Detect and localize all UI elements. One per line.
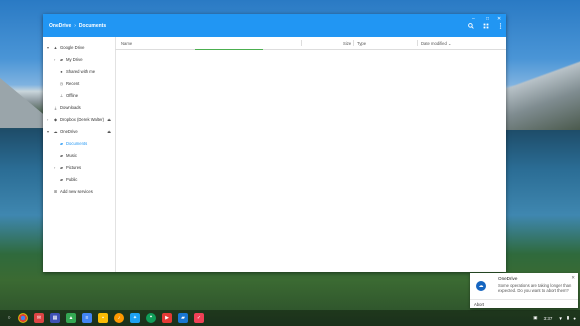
notification-close-button[interactable]: ✕ (571, 275, 575, 281)
people-icon: ● (60, 68, 63, 74)
sidebar-item-label: Recent (66, 80, 80, 86)
add-icon: ⊞ (53, 188, 58, 194)
search-icon[interactable] (468, 23, 474, 31)
folder-icon: ▰ (59, 56, 64, 62)
sidebar-item-public[interactable]: ▰ Public (43, 174, 115, 184)
folder-icon: ▰ (59, 176, 64, 182)
notification-title: OneDrive (498, 276, 518, 281)
drive-icon[interactable]: ▲ (66, 313, 76, 323)
sidebar-item-label: Offline (66, 92, 79, 98)
breadcrumb-separator: › (74, 23, 76, 29)
gmail-icon[interactable]: ✉ (34, 313, 44, 323)
system-tray[interactable]: ▣ 3:37 ▼ ▮ ● (533, 310, 580, 326)
sidebar-item-label: Downloads (60, 104, 81, 110)
expand-arrow-icon[interactable]: ▾ (47, 45, 49, 50)
sidebar-item-music[interactable]: ▰ Music (43, 150, 115, 160)
pin-icon: ⊥ (59, 92, 64, 98)
sidebar-item-label: Pictures (66, 164, 82, 170)
notification-divider (470, 299, 578, 300)
youtube-icon[interactable]: ▶ (162, 313, 172, 323)
column-divider[interactable] (301, 40, 302, 46)
abort-button[interactable]: Abort (474, 302, 484, 307)
column-type[interactable]: Type (357, 41, 366, 46)
pocket-icon[interactable]: ✓ (194, 313, 204, 323)
sidebar-item-label: OneDrive (60, 128, 78, 134)
column-date-modified[interactable]: Date modified ⌄ (421, 41, 452, 46)
dropbox-icon: ◆ (53, 116, 58, 122)
battery-icon: ▮ (566, 315, 570, 320)
grid-view-icon[interactable] (483, 23, 489, 31)
sidebar-item-label: Shared with me (66, 68, 96, 74)
sidebar-item-documents[interactable]: ▰ Documents (43, 138, 115, 148)
sidebar-item-offline[interactable]: ⊥ Offline (43, 90, 115, 100)
sidebar-item-pictures[interactable]: › ▰ Pictures (43, 162, 115, 172)
notification-count-icon[interactable]: ▣ (533, 315, 537, 321)
close-button[interactable]: ✕ (497, 16, 501, 22)
wifi-icon: ▼ (558, 315, 563, 321)
files-icon[interactable]: ▰ (178, 313, 188, 323)
breadcrumb-current[interactable]: Documents (79, 23, 106, 29)
file-list-header: Name Size Type Date modified ⌄ (115, 37, 506, 50)
column-divider[interactable] (353, 40, 354, 46)
file-list: Name Size Type Date modified ⌄ (115, 37, 506, 272)
clock-icon: ◷ (59, 80, 64, 86)
title-bar: OneDrive › Documents – □ ✕ (43, 14, 506, 37)
cloud-icon: ☁ (53, 128, 58, 134)
breadcrumb: OneDrive › Documents (49, 23, 106, 29)
sidebar-item-onedrive[interactable]: ▾ ☁ OneDrive ⏏ (43, 126, 115, 136)
sidebar-item-google-drive[interactable]: ▾ ▲ Google Drive (43, 42, 115, 52)
music-icon[interactable]: ♪ (114, 313, 124, 323)
sidebar-item-label: Dropbox (Derek Walter) (60, 116, 105, 122)
minimize-button[interactable]: – (472, 16, 475, 22)
sidebar-item-label: Add new services (60, 188, 93, 194)
sidebar-item-label: Google Drive (60, 44, 85, 50)
notification-body: Some operations are taking longer than e… (498, 283, 572, 293)
column-name[interactable]: Name (121, 41, 132, 46)
sidebar-item-my-drive[interactable]: › ▰ My Drive (43, 54, 115, 64)
sidebar-item-label: Public (66, 176, 78, 182)
sidebar: ▾ ▲ Google Drive › ▰ My Drive ● Shared w… (43, 37, 116, 272)
eject-icon[interactable]: ⏏ (107, 129, 111, 134)
sidebar-item-shared-with-me[interactable]: ● Shared with me (43, 66, 115, 76)
eject-icon[interactable]: ⏏ (107, 117, 111, 122)
download-icon: ⤓ (54, 104, 57, 110)
mountain-right (500, 60, 580, 130)
sidebar-item-downloads[interactable]: ⤓ Downloads (43, 102, 115, 112)
folder-icon: ▰ (59, 164, 64, 170)
breadcrumb-root[interactable]: OneDrive (49, 23, 71, 29)
notification-popup: ☁ OneDrive Some operations are taking lo… (470, 273, 578, 308)
clock-time: 3:37 (543, 315, 553, 321)
sidebar-item-label: Music (66, 152, 77, 158)
chrome-icon[interactable] (18, 313, 28, 323)
more-vert-icon[interactable] (499, 23, 502, 31)
sidebar-item-label: My Drive (66, 56, 83, 62)
folder-icon: ▰ (59, 140, 64, 146)
expand-arrow-icon[interactable]: ▾ (47, 129, 49, 134)
expand-arrow-icon[interactable]: › (54, 165, 55, 170)
avatar[interactable]: ● (573, 316, 576, 321)
hangouts-icon[interactable]: ❝ (146, 313, 156, 323)
sidebar-item-label: Documents (66, 140, 88, 146)
sidebar-item-recent[interactable]: ◷ Recent (43, 78, 115, 88)
column-divider[interactable] (417, 40, 418, 46)
keep-icon[interactable]: ▪ (98, 313, 108, 323)
sidebar-item-add-new-services[interactable]: ⊞ Add new services (43, 186, 115, 196)
maximize-button[interactable]: □ (486, 16, 489, 22)
cloud-icon: ☁ (476, 281, 486, 291)
docs-icon[interactable]: ≡ (82, 313, 92, 323)
column-size[interactable]: Size (343, 41, 351, 46)
drive-icon: ▲ (53, 44, 58, 50)
sidebar-item-dropbox[interactable]: › ◆ Dropbox (Derek Walter) ⏏ (43, 114, 115, 124)
expand-arrow-icon[interactable]: › (47, 117, 48, 122)
files-app-window: OneDrive › Documents – □ ✕ ▾ ▲ Google Driv… (43, 14, 506, 272)
folder-icon: ▰ (59, 152, 64, 158)
loading-progress-bar (195, 49, 263, 50)
launcher-icon[interactable]: ○ (4, 313, 14, 323)
calendar-icon[interactable]: ▦ (50, 313, 60, 323)
twitter-icon[interactable]: ✦ (130, 313, 140, 323)
taskbar-shelf: ○ ✉ ▦ ▲ ≡ ▪ ♪ ✦ ❝ ▶ ▰ ✓ ▣ 3:37 ▼ ▮ ● (0, 310, 580, 326)
expand-arrow-icon[interactable]: › (54, 57, 55, 62)
